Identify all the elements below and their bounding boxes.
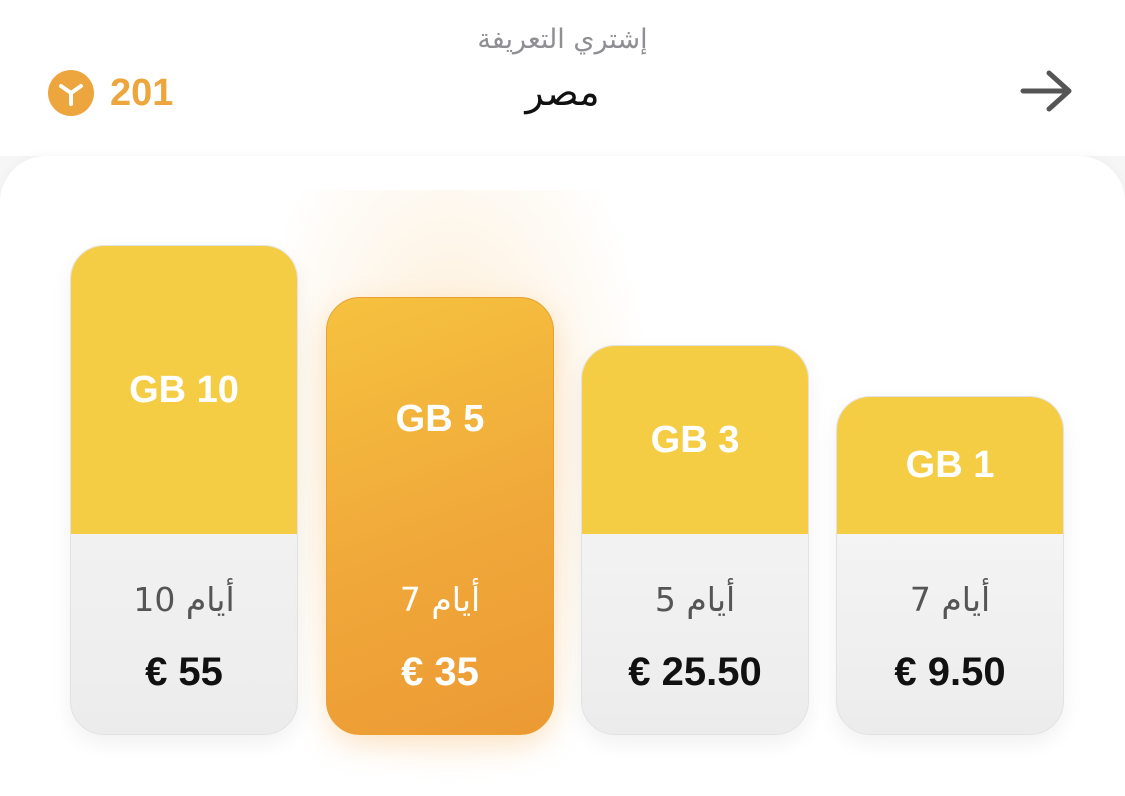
coin-icon	[48, 70, 94, 116]
plan-card-5gb[interactable]: GB 5 7 أيام € 35	[326, 297, 554, 735]
coin-count: 201	[110, 71, 174, 114]
plan-card-1gb[interactable]: GB 1 7 أيام € 9.50	[836, 396, 1064, 735]
page-subtitle: إشتري التعريفة	[477, 24, 648, 55]
plan-price: € 9.50	[894, 650, 1006, 694]
plan-data-amount: GB 3	[650, 418, 740, 461]
plan-duration: 7 أيام	[399, 580, 481, 619]
plan-data-amount: GB 10	[129, 368, 239, 411]
plan-card-10gb[interactable]: GB 10 10 أيام € 55	[70, 245, 298, 735]
plan-price: € 35	[401, 650, 479, 694]
plan-duration: 10 أيام	[133, 580, 235, 619]
plan-duration: 5 أيام	[654, 580, 736, 619]
plan-data-area: GB 10	[71, 246, 297, 534]
plan-data-area: GB 1	[837, 397, 1063, 534]
plan-data-amount: GB 1	[905, 444, 995, 486]
plan-data-amount: GB 5	[395, 398, 485, 440]
plan-duration: 7 أيام	[909, 580, 991, 619]
plan-price: € 25.50	[628, 650, 762, 694]
header: إشتري التعريفة مصر 201	[0, 0, 1125, 156]
coin-balance[interactable]: 201	[48, 70, 173, 116]
arrow-right-icon	[1020, 70, 1072, 112]
plan-price: € 55	[145, 650, 223, 694]
plan-card-3gb[interactable]: GB 3 5 أيام € 25.50	[581, 345, 809, 735]
plan-data-area: GB 3	[582, 346, 808, 534]
back-button[interactable]	[1014, 62, 1080, 120]
